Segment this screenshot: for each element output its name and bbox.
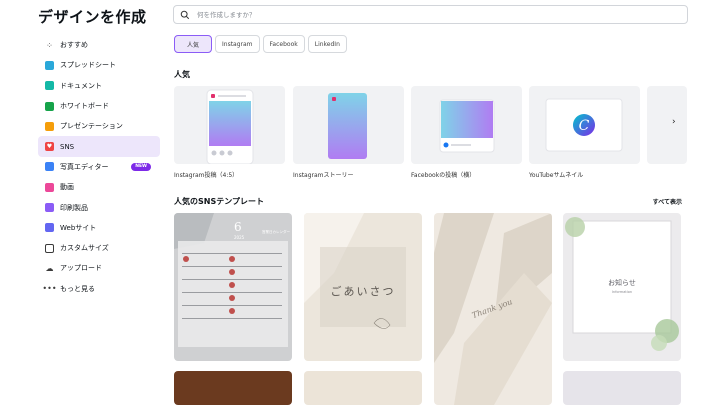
sidebar-item-label: 印刷製品 — [60, 203, 88, 212]
sidebar-item-spreadsheet[interactable]: スプレッドシート — [38, 55, 160, 75]
template-thank-you[interactable]: Thank you — [434, 213, 552, 405]
see-all-link[interactable]: すべて表示 — [653, 197, 682, 206]
sidebar-item-label: アップロード — [60, 264, 102, 273]
calendar-template-preview: 6 2025 営業日カレンダー — [174, 213, 292, 361]
document-icon — [45, 81, 54, 91]
filter-chip-facebook[interactable]: Facebook — [262, 35, 305, 53]
sidebar-item-video[interactable]: 動画 — [38, 177, 160, 197]
card-facebook-post[interactable] — [411, 86, 522, 164]
spreadsheet-icon — [45, 60, 54, 70]
template-calendar[interactable]: 6 2025 営業日カレンダー — [174, 213, 292, 361]
sidebar-item-more[interactable]: ••• もっと見る — [38, 279, 160, 299]
template-partial-3[interactable] — [563, 371, 681, 405]
filter-chips: 人気 Instagram Facebook LinkedIn — [174, 35, 347, 53]
greeting-text: ごあいさつ — [331, 284, 396, 298]
whiteboard-icon — [45, 101, 54, 111]
card-instagram-post[interactable] — [174, 86, 285, 164]
facebook-post-thumbnail — [439, 99, 495, 153]
template-partial-1[interactable] — [174, 371, 292, 405]
sidebar-item-sns[interactable]: ♥ SNS — [38, 136, 160, 157]
thank-you-template-preview: Thank you — [434, 213, 552, 405]
section-title-popular: 人気 — [174, 70, 190, 79]
card-label: Instagram投稿（4:5） — [174, 172, 239, 179]
sidebar: デザインを作成 ⁘ おすすめ スプレッドシート ドキュメント ホワイトボード プ… — [0, 0, 165, 405]
search-input[interactable] — [197, 10, 597, 19]
heart-icon: ♥ — [45, 142, 54, 152]
calendar-caption: 営業日カレンダー — [262, 229, 290, 234]
new-badge: NEW — [131, 162, 151, 171]
card-label: Facebookの投稿（横） — [411, 172, 476, 179]
sidebar-item-label: Webサイト — [60, 223, 97, 232]
sidebar-item-label: もっと見る — [60, 284, 95, 293]
card-youtube-thumbnail[interactable]: C — [529, 86, 640, 164]
sidebar-item-photo-editor[interactable]: 写真エディター NEW — [38, 157, 160, 177]
notice-title: お知らせ — [608, 278, 636, 287]
chevron-right-icon[interactable]: › — [672, 117, 676, 127]
custom-size-icon — [45, 243, 54, 253]
sidebar-item-label: 動画 — [60, 183, 74, 192]
template-notice[interactable]: お知らせ Information — [563, 213, 681, 361]
card-partial[interactable] — [647, 86, 687, 164]
more-icon: ••• — [42, 284, 57, 294]
sidebar-item-label: カスタムサイズ — [60, 244, 109, 253]
card-label: YouTubeサムネイル — [529, 172, 584, 179]
sidebar-item-label: SNS — [60, 142, 75, 151]
greeting-template-preview: ごあいさつ — [304, 213, 422, 361]
sidebar-item-document[interactable]: ドキュメント — [38, 76, 160, 96]
sidebar-item-presentation[interactable]: プレゼンテーション — [38, 116, 160, 136]
page-title: デザインを作成 — [38, 8, 147, 26]
notice-subtitle: Information — [612, 290, 632, 294]
print-icon — [45, 203, 54, 213]
calendar-year: 2025 — [234, 235, 245, 240]
sidebar-item-website[interactable]: Webサイト — [38, 218, 160, 238]
template-greeting[interactable]: ごあいさつ — [304, 213, 422, 361]
instagram-post-thumbnail — [206, 89, 254, 164]
search-bar[interactable] — [173, 5, 688, 24]
card-instagram-story[interactable] — [293, 86, 404, 164]
sidebar-item-print[interactable]: 印刷製品 — [38, 197, 160, 217]
sidebar-item-label: 写真エディター — [60, 162, 109, 171]
instagram-story-thumbnail — [328, 93, 367, 159]
card-label: Instagramストーリー — [293, 172, 354, 179]
sidebar-item-whiteboard[interactable]: ホワイトボード — [38, 96, 160, 116]
sidebar-item-upload[interactable]: ☁ アップロード — [38, 258, 160, 278]
filter-chip-linkedin[interactable]: LinkedIn — [307, 35, 347, 53]
filter-chip-instagram[interactable]: Instagram — [215, 35, 260, 53]
photo-editor-icon — [45, 162, 54, 172]
sidebar-item-label: スプレッドシート — [60, 61, 116, 70]
sidebar-item-label: ホワイトボード — [60, 102, 109, 111]
sparkle-icon: ⁘ — [46, 40, 53, 50]
upload-icon: ☁ — [45, 263, 54, 273]
sidebar-item-label: プレゼンテーション — [60, 122, 123, 131]
sidebar-item-label: ドキュメント — [60, 81, 102, 90]
sidebar-item-custom-size[interactable]: カスタムサイズ — [38, 238, 160, 258]
search-icon — [180, 10, 190, 19]
sidebar-nav: ⁘ おすすめ スプレッドシート ドキュメント ホワイトボード プレゼンテーション… — [38, 35, 160, 299]
notice-template-preview: お知らせ Information — [563, 213, 681, 361]
sidebar-item-label: おすすめ — [60, 41, 88, 50]
youtube-thumbnail-preview: C — [545, 98, 623, 152]
sidebar-item-recommended[interactable]: ⁘ おすすめ — [38, 35, 160, 55]
calendar-month: 6 — [234, 220, 242, 234]
video-icon — [45, 182, 54, 192]
presentation-icon — [45, 121, 54, 131]
section-title-templates: 人気のSNSテンプレート — [174, 197, 264, 206]
svg-text:C: C — [579, 118, 590, 134]
template-partial-2[interactable] — [304, 371, 422, 405]
filter-chip-popular[interactable]: 人気 — [174, 35, 212, 53]
website-icon — [45, 223, 54, 233]
